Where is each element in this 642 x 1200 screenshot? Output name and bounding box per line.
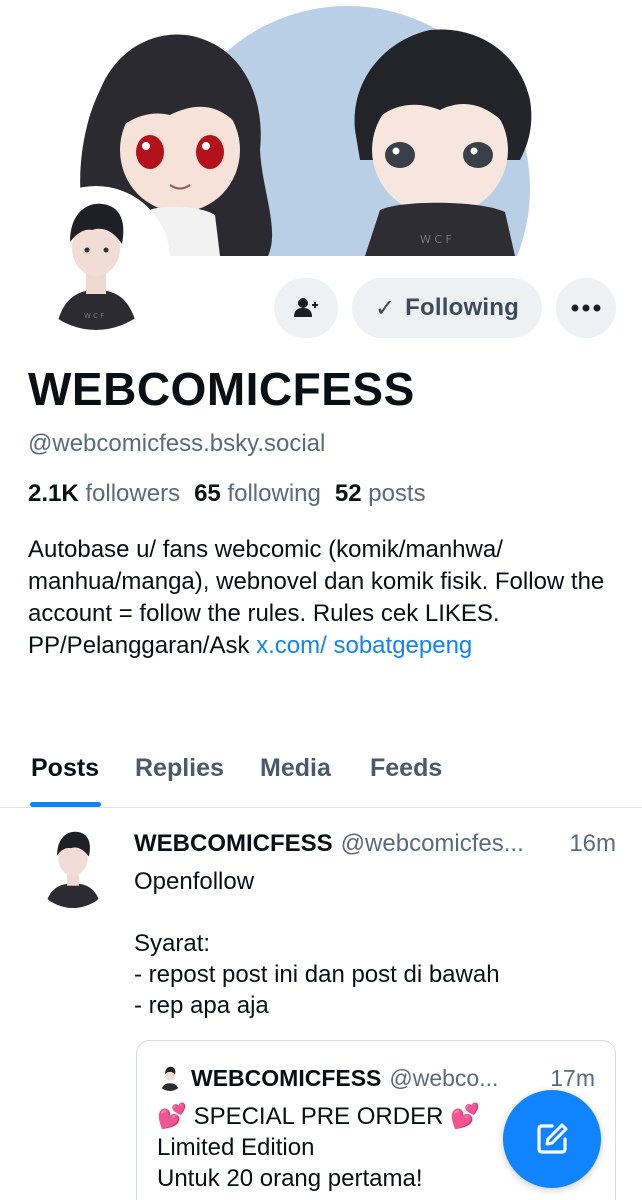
svg-text:W C F: W C F [420, 233, 452, 246]
svg-text:W C F: W C F [84, 312, 104, 320]
followers-label: followers [85, 480, 181, 507]
tab-media[interactable]: Media [260, 754, 331, 783]
followers-stat[interactable]: 2.1K followers [28, 480, 180, 508]
quote-timestamp: 17m [550, 1065, 595, 1091]
following-button[interactable]: ✓ Following [352, 278, 542, 338]
tab-posts[interactable]: Posts [31, 754, 99, 783]
heart-emoji-icon: 💕 [157, 1103, 187, 1130]
profile-bio: Autobase u/ fans webcomic (komik/manhwa/… [28, 534, 618, 662]
heart-emoji-icon-2: 💕 [450, 1103, 480, 1130]
posts-count: 52 [334, 480, 362, 507]
post-author-name[interactable]: WEBCOMICFESS [134, 830, 333, 858]
followers-count: 2.1K [28, 480, 79, 507]
person-plus-icon [294, 298, 318, 317]
profile-avatar-image: W C F [26, 190, 166, 330]
active-tab-indicator [30, 802, 101, 807]
post-timestamp: 16m [569, 830, 616, 857]
profile-handle: @webcomicfess.bsky.social [28, 430, 326, 457]
quote-author-handle: @webco... [389, 1065, 499, 1091]
quote-author-name: WEBCOMICFESS [191, 1065, 382, 1091]
post-author-avatar-image [32, 826, 114, 908]
ellipsis-icon [571, 304, 601, 312]
quote-line-1-text: SPECIAL PRE ORDER [193, 1103, 444, 1130]
post-header: WEBCOMICFESS @webcomicfes... 16m [134, 830, 624, 858]
profile-avatar[interactable]: W C F [22, 186, 170, 334]
tab-feeds[interactable]: Feeds [370, 754, 442, 783]
check-icon: ✓ [375, 294, 396, 322]
tab-replies[interactable]: Replies [135, 754, 224, 783]
posts-label: posts [368, 480, 426, 507]
following-label: following [227, 480, 321, 507]
post-author-handle[interactable]: @webcomicfes... [341, 830, 524, 858]
following-stat[interactable]: 65 following [194, 480, 321, 508]
quote-author-avatar [157, 1065, 183, 1091]
following-count: 65 [194, 480, 221, 507]
more-options-button[interactable] [556, 278, 616, 338]
profile-display-name: WEBCOMICFESS [28, 363, 415, 415]
bio-link[interactable]: x.com/ sobatgepeng [256, 632, 472, 659]
add-user-button[interactable] [274, 278, 338, 338]
profile-stats: 2.1K followers 65 following 52 posts [28, 480, 426, 508]
post-author-avatar[interactable] [32, 826, 114, 908]
following-button-label: Following [405, 294, 519, 321]
quote-author-avatar-image [157, 1065, 183, 1091]
compose-icon [537, 1123, 568, 1154]
posts-stat: 52 posts [335, 480, 426, 508]
profile-tabs: Posts Replies Media Feeds [0, 740, 642, 808]
compose-button[interactable] [503, 1090, 601, 1188]
quote-header: WEBCOMICFESS @webco... 17m [191, 1065, 605, 1092]
post-text: Openfollow Syarat: - repost post ini dan… [134, 868, 500, 1019]
